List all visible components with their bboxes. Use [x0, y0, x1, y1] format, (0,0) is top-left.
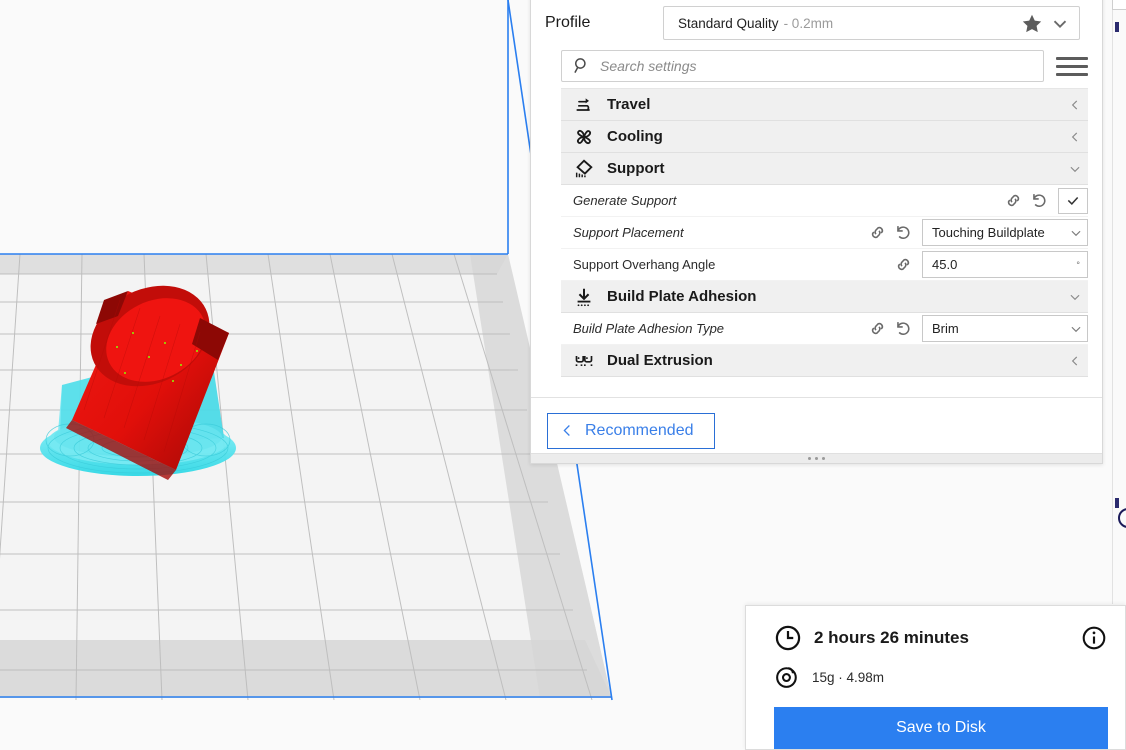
- chevron-down-icon[interactable]: [1062, 284, 1088, 310]
- setting-support-overhang-angle[interactable]: Support Overhang Angle 45.0 °: [561, 249, 1088, 281]
- setting-controls: [868, 255, 913, 274]
- category-support[interactable]: Support: [561, 153, 1088, 185]
- setting-generate-support[interactable]: Generate Support: [561, 185, 1088, 217]
- material-usage-value: 15g · 4.98m: [812, 669, 885, 685]
- edge-marker-mid: [1115, 498, 1119, 508]
- panel-resize-grip[interactable]: [531, 453, 1102, 463]
- profile-label: Profile: [545, 14, 591, 31]
- revert-icon[interactable]: [1030, 191, 1049, 210]
- chevron-down-icon: [1071, 230, 1081, 236]
- link-icon[interactable]: [1004, 191, 1023, 210]
- cooling-fan-icon: [567, 124, 601, 150]
- chevron-left-icon: [563, 425, 570, 436]
- hamburger-menu-icon[interactable]: [1056, 50, 1088, 82]
- search-row: [531, 44, 1102, 88]
- category-dual-extrusion[interactable]: Dual Extrusion: [561, 345, 1088, 377]
- dropdown-value: Touching Buildplate: [932, 225, 1045, 240]
- support-placement-dropdown[interactable]: Touching Buildplate: [922, 219, 1088, 246]
- edge-card-sliver: [1112, 0, 1126, 10]
- generate-support-checkbox[interactable]: [1058, 187, 1088, 214]
- profile-sublabel: - 0.2mm: [783, 15, 834, 31]
- clock-icon: [775, 625, 801, 651]
- print-information-card: 2 hours 26 minutes 15g · 4.98m Save to D…: [745, 605, 1126, 750]
- input-value: 45.0: [932, 257, 958, 272]
- category-label: Travel: [607, 96, 651, 113]
- revert-icon[interactable]: [894, 319, 913, 338]
- link-icon[interactable]: [868, 319, 887, 338]
- custom-settings-panel: Profile Standard Quality - 0.2mm Search …: [530, 0, 1103, 464]
- setting-controls: [868, 319, 913, 338]
- save-to-disk-button[interactable]: Save to Disk: [774, 707, 1108, 749]
- settings-list[interactable]: Travel Cooling Support Generate Support …: [561, 88, 1088, 397]
- build-plate-adhesion-icon: [567, 284, 601, 310]
- category-travel[interactable]: Travel: [561, 89, 1088, 121]
- chevron-down-icon[interactable]: [1043, 12, 1071, 34]
- profile-name: Standard Quality: [678, 15, 779, 31]
- print-time-value: 2 hours 26 minutes: [814, 628, 969, 647]
- info-icon[interactable]: [1081, 625, 1107, 651]
- dropdown-value: Brim: [932, 321, 959, 336]
- support-icon: [567, 156, 601, 182]
- chevron-left-icon[interactable]: [1062, 124, 1088, 150]
- setting-support-placement[interactable]: Support Placement Touching Buildplate: [561, 217, 1088, 249]
- category-build-plate-adhesion[interactable]: Build Plate Adhesion: [561, 281, 1088, 313]
- revert-icon[interactable]: [894, 223, 913, 242]
- travel-icon: [567, 92, 601, 118]
- chevron-down-icon: [1071, 326, 1081, 332]
- unit-label: °: [1076, 259, 1080, 270]
- category-label: Support: [607, 160, 665, 177]
- setting-label: Support Placement: [573, 225, 684, 240]
- recommended-mode-button[interactable]: Recommended: [547, 412, 715, 449]
- category-label: Dual Extrusion: [607, 352, 713, 369]
- build-plate: [0, 253, 612, 700]
- material-usage-row: 15g · 4.98m: [746, 664, 1125, 690]
- build-plate-adhesion-type-dropdown[interactable]: Brim: [922, 315, 1088, 342]
- setting-controls: [868, 223, 913, 242]
- chevron-down-icon[interactable]: [1062, 156, 1088, 182]
- setting-label: Generate Support: [573, 193, 677, 208]
- category-label: Build Plate Adhesion: [607, 288, 757, 305]
- category-cooling[interactable]: Cooling: [561, 121, 1088, 153]
- setting-controls: [1004, 191, 1049, 210]
- support-overhang-angle-input[interactable]: 45.0 °: [922, 251, 1088, 278]
- profile-row: Profile Standard Quality - 0.2mm: [531, 2, 1102, 44]
- link-icon[interactable]: [894, 255, 913, 274]
- revert-icon-placeholder: [868, 255, 887, 274]
- chevron-left-icon[interactable]: [1062, 348, 1088, 374]
- category-label: Cooling: [607, 128, 663, 145]
- search-icon: [574, 58, 586, 74]
- cura-main-window: Profile Standard Quality - 0.2mm Search …: [0, 0, 1126, 750]
- setting-build-plate-adhesion-type[interactable]: Build Plate Adhesion Type Brim: [561, 313, 1088, 345]
- recommended-label: Recommended: [585, 421, 694, 439]
- chevron-left-icon[interactable]: [1062, 92, 1088, 118]
- star-icon[interactable]: [1021, 12, 1043, 34]
- link-icon[interactable]: [868, 223, 887, 242]
- search-box[interactable]: [561, 50, 1044, 82]
- setting-label: Support Overhang Angle: [573, 257, 716, 272]
- print-time-row: 2 hours 26 minutes: [746, 624, 1125, 652]
- dual-extrusion-icon: [567, 348, 601, 374]
- filament-spool-icon: [776, 667, 797, 688]
- profile-selector[interactable]: Standard Quality - 0.2mm: [663, 6, 1080, 40]
- search-input[interactable]: [600, 58, 1033, 74]
- setting-label: Build Plate Adhesion Type: [573, 321, 725, 336]
- edge-marker-top: [1115, 22, 1119, 32]
